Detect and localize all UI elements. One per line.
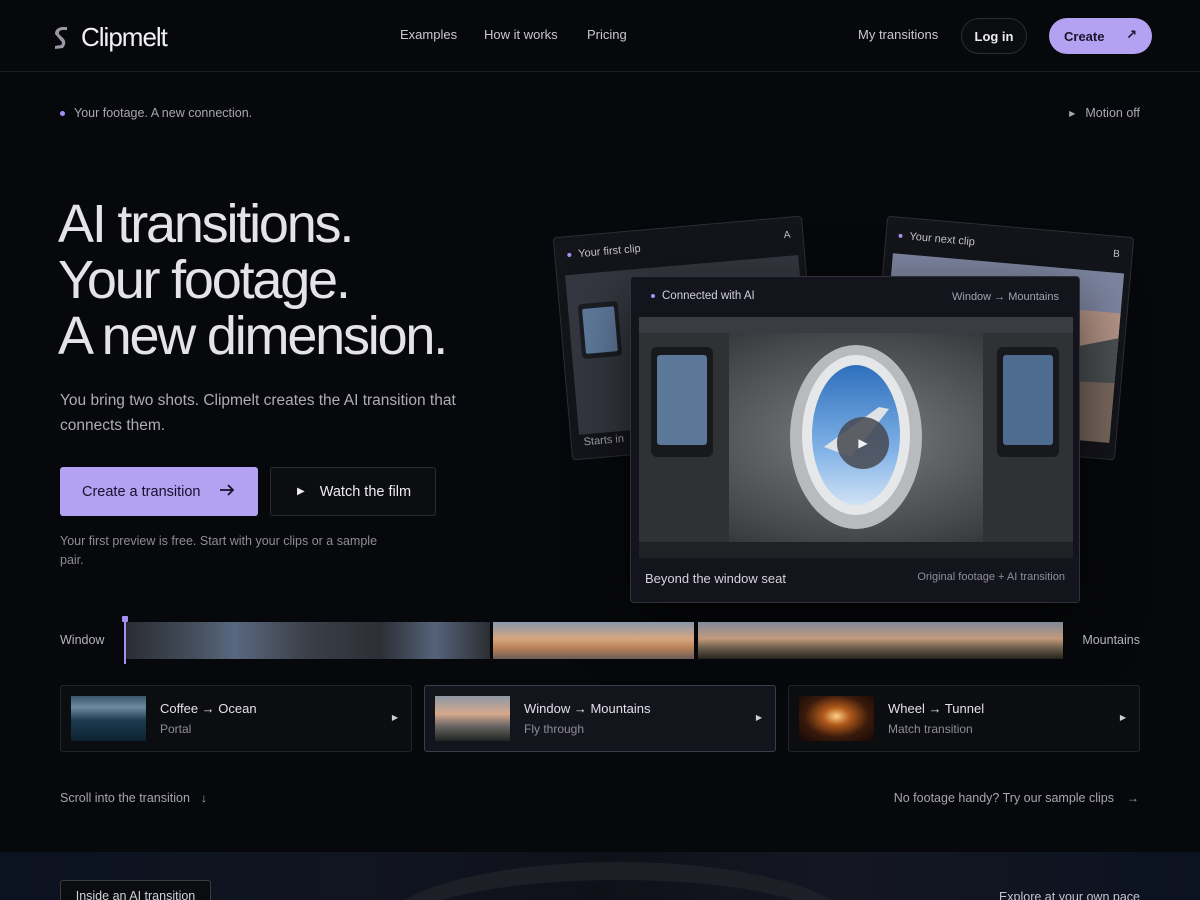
scroll-link[interactable]: Scroll into the transition ↓ (60, 791, 207, 805)
tagline: Your footage. A new connection. (60, 106, 252, 120)
scroll-link-label: Scroll into the transition (60, 791, 190, 805)
connected-clip-card[interactable]: Connected with AI Window → Mountains ▶ B… (630, 276, 1080, 603)
nav-my-transitions[interactable]: My transitions (858, 27, 938, 42)
play-icon: ▶ (1069, 108, 1076, 118)
connected-label-text: Connected with AI (662, 290, 755, 302)
preset-coffee-ocean[interactable]: Coffee → Ocean Portal ▶ (60, 685, 412, 752)
hero-lead: You bring two shots. Clipmelt creates th… (60, 392, 456, 434)
preset-title: Coffee → Ocean (160, 701, 257, 716)
timeline-playhead[interactable] (124, 618, 126, 664)
arrow-right-icon (220, 484, 235, 496)
preset-title: Wheel → Tunnel (888, 701, 985, 716)
preset-subtitle: Fly through (524, 722, 585, 736)
headline-line-1: AI transitions. (58, 194, 354, 254)
headline-line-3: A new dimension. (58, 306, 448, 366)
logo-mark-icon (55, 26, 67, 49)
tagline-text: Your footage. A new connection. (74, 106, 253, 120)
preset-subtitle: Match transition (888, 722, 973, 736)
create-button[interactable]: Create ↗ (1049, 18, 1152, 54)
preset-wheel-tunnel[interactable]: Wheel → Tunnel Match transition ▶ (788, 685, 1140, 752)
hero-headline: AI transitions. Your footage. A new dime… (58, 194, 448, 366)
next-clip-label-text: Your next clip (908, 230, 976, 249)
accent-dot-icon (60, 110, 65, 116)
play-icon: ▶ (391, 713, 398, 722)
nav-how-it-works[interactable]: How it works (484, 27, 558, 42)
motion-toggle[interactable]: ▶ Motion off (1069, 106, 1140, 120)
arrow-down-icon: ↓ (200, 791, 207, 805)
clip-subtitle: Original footage + AI transition (917, 571, 1065, 583)
motion-toggle-label: Motion off (1085, 106, 1140, 120)
timeline-end-label: Mountains (1082, 633, 1140, 647)
mountains-thumbnail (435, 696, 510, 741)
clip-title: Beyond the window seat (645, 571, 786, 586)
connected-label: Connected with AI (651, 290, 755, 302)
nav-pricing[interactable]: Pricing (587, 27, 627, 42)
next-clip-label: Your next clip (898, 230, 976, 249)
explore-link[interactable]: Explore at your own pace (999, 890, 1140, 900)
first-clip-letter: A (783, 229, 791, 242)
play-icon: ▶ (755, 713, 762, 722)
free-preview-note: Your first preview is free. Start with y… (60, 534, 378, 567)
accent-dot-icon (651, 294, 655, 298)
top-navbar: Clipmelt Examples How it works Pricing M… (0, 0, 1200, 72)
timeline-segment-mountains[interactable] (698, 622, 1063, 659)
create-button-label: Create (1064, 28, 1105, 44)
airplane-window-video[interactable]: ▶ (639, 317, 1073, 558)
first-clip-footer: Starts in (583, 432, 625, 449)
play-icon: ▶ (297, 486, 305, 497)
preset-subtitle: Portal (160, 722, 192, 736)
play-icon: ▶ (1119, 713, 1126, 722)
create-transition-button[interactable]: Create a transition (60, 467, 258, 516)
tunnel-thumbnail (799, 696, 874, 741)
accent-dot-icon (567, 252, 572, 258)
next-clip-letter: B (1112, 248, 1121, 261)
timeline-segment-window[interactable] (125, 622, 490, 659)
nav-examples[interactable]: Examples (400, 27, 457, 42)
connected-route: Window → Mountains (952, 291, 1059, 303)
arrow-up-right-icon: ↗ (1126, 27, 1137, 42)
create-transition-label: Create a transition (82, 483, 201, 500)
playhead-handle[interactable] (122, 616, 128, 622)
sample-clips-label: No footage handy? Try our sample clips (893, 791, 1114, 805)
ocean-thumbnail (71, 696, 146, 741)
headline-line-2: Your footage. (58, 250, 351, 310)
timeline-segment-transition[interactable] (493, 622, 694, 659)
timeline-start-label: Window (60, 633, 105, 647)
watch-film-button[interactable]: ▶ Watch the film (270, 467, 436, 516)
first-clip-label: Your first clip (567, 243, 641, 261)
login-button[interactable]: Log in (961, 18, 1027, 54)
arrow-right-icon: → (1127, 791, 1139, 805)
play-icon: ▶ (858, 436, 868, 450)
accent-dot-icon (898, 233, 903, 239)
preset-window-mountains[interactable]: Window → Mountains Fly through ▶ (424, 685, 776, 752)
preset-title: Window → Mountains (524, 701, 651, 716)
brand-name: Clipmelt (81, 22, 168, 52)
play-video-button[interactable]: ▶ (837, 417, 889, 469)
first-clip-label-text: Your first clip (577, 242, 642, 261)
watch-film-label: Watch the film (319, 483, 412, 500)
sample-clips-link[interactable]: No footage handy? Try our sample clips → (894, 791, 1139, 805)
brand-logo[interactable]: Clipmelt (52, 22, 168, 53)
inside-transition-button[interactable]: Inside an AI transition (60, 880, 211, 900)
